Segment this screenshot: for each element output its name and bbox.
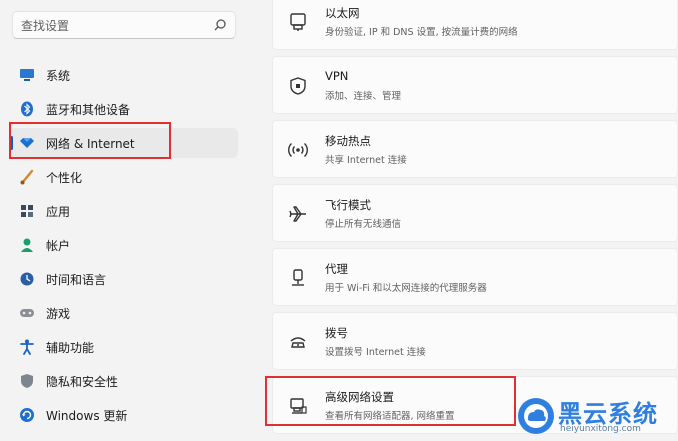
card-ethernet[interactable]: 以太网 身份验证, IP 和 DNS 设置, 按流量计费的网络	[272, 0, 678, 50]
card-title: 代理	[325, 262, 348, 276]
accessibility-icon	[18, 338, 36, 356]
card-subtitle: 停止所有无线通信	[325, 219, 402, 230]
search-box[interactable]	[12, 11, 236, 39]
sidebar-item-accessibility[interactable]: 辅助功能	[10, 332, 238, 362]
sidebar-item-system[interactable]: 系统	[10, 60, 238, 90]
sidebar-item-time-language[interactable]: 时间和语言	[10, 264, 238, 294]
hotspot-icon	[287, 139, 309, 161]
highlight-box-advanced	[265, 376, 516, 426]
search-input[interactable]	[19, 15, 213, 37]
dialup-icon	[287, 331, 309, 353]
watermark-url: heiyunxitong.com	[560, 424, 641, 434]
network-settings-list: 以太网 身份验证, IP 和 DNS 设置, 按流量计费的网络 VPN 添加、连…	[272, 0, 678, 441]
sidebar-item-bluetooth[interactable]: 蓝牙和其他设备	[10, 94, 238, 124]
vpn-shield-icon	[287, 75, 309, 97]
search-icon[interactable]	[213, 18, 227, 32]
person-icon	[18, 236, 36, 254]
shield-icon	[18, 372, 36, 390]
sidebar-item-label: 游戏	[46, 306, 71, 321]
ethernet-icon	[287, 11, 309, 33]
card-vpn[interactable]: VPN 添加、连接、管理	[272, 56, 678, 114]
brush-icon	[18, 168, 36, 186]
card-subtitle: 身份验证, IP 和 DNS 设置, 按流量计费的网络	[325, 27, 518, 38]
sidebar-item-label: 隐私和安全性	[46, 374, 119, 389]
sidebar-item-accounts[interactable]: 帐户	[10, 230, 238, 260]
card-subtitle: 设置拨号 Internet 连接	[325, 347, 426, 358]
sidebar-item-windows-update[interactable]: Windows 更新	[10, 400, 238, 430]
gamepad-icon	[18, 304, 36, 322]
card-title: VPN	[325, 69, 349, 83]
airplane-icon	[287, 203, 309, 225]
sidebar-item-label: 蓝牙和其他设备	[46, 102, 131, 117]
update-icon	[18, 406, 36, 424]
sidebar-item-label: 辅助功能	[46, 340, 95, 355]
apps-icon	[18, 202, 36, 220]
sidebar-item-apps[interactable]: 应用	[10, 196, 238, 226]
sidebar-item-personalization[interactable]: 个性化	[10, 162, 238, 192]
sidebar-item-label: 应用	[46, 204, 71, 219]
card-title: 以太网	[325, 6, 360, 20]
card-proxy[interactable]: 代理 用于 Wi-Fi 和以太网连接的代理服务器	[272, 248, 678, 306]
card-airplane-mode[interactable]: 飞行模式 停止所有无线通信	[272, 184, 678, 242]
sidebar: 系统 蓝牙和其他设备 网络 & Internet 个性化 应用 帐户 时间和	[0, 0, 248, 441]
clock-globe-icon	[18, 270, 36, 288]
cloud-logo-icon	[518, 398, 554, 434]
card-dialup[interactable]: 拨号 设置拨号 Internet 连接	[272, 312, 678, 370]
card-mobile-hotspot[interactable]: 移动热点 共享 Internet 连接	[272, 120, 678, 178]
sidebar-item-privacy[interactable]: 隐私和安全性	[10, 366, 238, 396]
sidebar-item-gaming[interactable]: 游戏	[10, 298, 238, 328]
monitor-icon	[18, 66, 36, 84]
proxy-icon	[287, 267, 309, 289]
sidebar-item-label: 个性化	[46, 170, 83, 185]
watermark: 黑云系统 heiyunxitong.com	[514, 392, 678, 441]
sidebar-item-label: Windows 更新	[46, 408, 128, 423]
card-subtitle: 共享 Internet 连接	[325, 155, 407, 166]
card-subtitle: 用于 Wi-Fi 和以太网连接的代理服务器	[325, 283, 487, 294]
sidebar-item-label: 时间和语言	[46, 272, 107, 287]
sidebar-item-label: 系统	[46, 68, 71, 83]
highlight-box-network	[9, 122, 171, 159]
card-title: 移动热点	[325, 134, 371, 148]
sidebar-item-label: 帐户	[46, 238, 71, 253]
card-title: 拨号	[325, 326, 348, 340]
card-subtitle: 添加、连接、管理	[325, 91, 402, 102]
bluetooth-icon	[18, 100, 36, 118]
card-title: 飞行模式	[325, 198, 371, 212]
